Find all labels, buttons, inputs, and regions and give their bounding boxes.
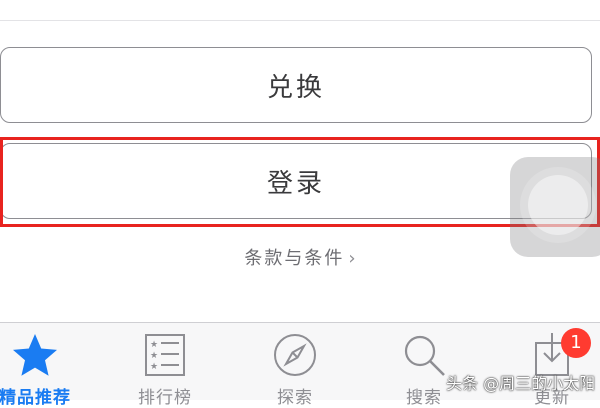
chevron-right-icon: › xyxy=(348,248,356,269)
tab-label: 探索 xyxy=(277,388,313,408)
svg-text:★: ★ xyxy=(150,340,158,350)
redeem-button[interactable]: 兑换 xyxy=(0,47,592,123)
ranking-list-icon: ★ ★ ★ xyxy=(145,334,185,376)
watermark-text: 头条 @周三的小太阳 xyxy=(446,374,596,393)
tab-label: 精品推荐 xyxy=(0,388,71,408)
svg-text:★: ★ xyxy=(150,362,158,372)
svg-text:★: ★ xyxy=(150,351,158,361)
top-divider xyxy=(0,20,600,21)
tab-top-charts[interactable]: ★ ★ ★ 排行榜 xyxy=(105,323,225,408)
compass-icon xyxy=(274,334,316,376)
login-button[interactable]: 登录 xyxy=(0,143,592,219)
assistive-touch-button[interactable] xyxy=(510,157,600,257)
search-icon xyxy=(404,335,445,376)
terms-label: 条款与条件 xyxy=(244,248,345,269)
tab-explore[interactable]: 探索 xyxy=(235,323,355,408)
assistive-touch-icon xyxy=(528,175,588,235)
star-icon xyxy=(13,334,57,376)
update-count-badge: 1 xyxy=(561,328,591,358)
tab-label: 排行榜 xyxy=(138,388,192,408)
redeem-button-label: 兑换 xyxy=(266,72,325,103)
login-button-label: 登录 xyxy=(266,168,325,199)
tab-featured[interactable]: 精品推荐 xyxy=(0,323,95,408)
terms-and-conditions-link[interactable]: 条款与条件 › xyxy=(0,244,600,270)
